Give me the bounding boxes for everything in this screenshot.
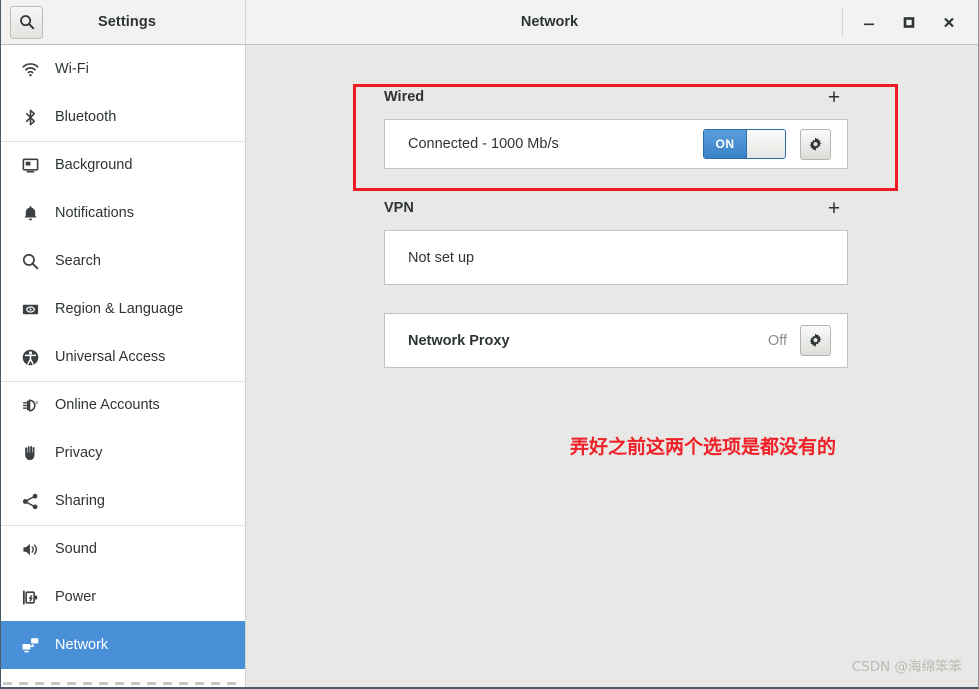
sidebar-item-label: Privacy bbox=[55, 445, 103, 461]
sidebar-item-label: Search bbox=[55, 253, 101, 269]
network-proxy-settings-button[interactable] bbox=[800, 325, 831, 356]
share-icon bbox=[19, 490, 41, 512]
sidebar-item-label: Notifications bbox=[55, 205, 134, 221]
network-proxy-row[interactable]: Network Proxy Off bbox=[384, 313, 848, 368]
sidebar-item-label: Network bbox=[55, 637, 109, 653]
wired-toggle-state: ON bbox=[704, 130, 746, 158]
sidebar-item-label: Background bbox=[55, 157, 133, 173]
vpn-status-label: Not set up bbox=[408, 249, 475, 266]
network-icon bbox=[19, 634, 41, 656]
svg-text:s: s bbox=[35, 399, 38, 405]
wired-connection-row[interactable]: Connected - 1000 Mb/s ON bbox=[384, 119, 848, 169]
sidebar-item-label: Universal Access bbox=[55, 349, 166, 365]
titlebar: Settings Network bbox=[1, 0, 978, 45]
minimize-icon bbox=[862, 15, 876, 29]
search-button[interactable] bbox=[10, 5, 43, 39]
wired-status-label: Connected - 1000 Mb/s bbox=[408, 136, 559, 152]
add-vpn-button[interactable]: + bbox=[822, 196, 846, 220]
bluetooth-icon bbox=[19, 106, 41, 128]
sidebar-item-label: Sharing bbox=[55, 493, 105, 509]
add-wired-button[interactable]: + bbox=[822, 85, 846, 109]
wired-settings-button[interactable] bbox=[800, 128, 831, 160]
settings-title: Settings bbox=[98, 14, 156, 30]
background-icon bbox=[19, 154, 41, 176]
speaker-icon bbox=[19, 538, 41, 560]
sidebar-item-power[interactable]: Power bbox=[1, 573, 245, 621]
sidebar-item-background[interactable]: Background bbox=[1, 141, 245, 189]
titlebar-right-pane: Network bbox=[246, 0, 978, 44]
sidebar-item-label: Region & Language bbox=[55, 301, 184, 317]
sidebar-item-bluetooth[interactable]: Bluetooth bbox=[1, 93, 245, 141]
settings-window: Settings Network Wi-Fi Bluetooth Backgro… bbox=[0, 0, 979, 689]
sidebar-item-label: Power bbox=[55, 589, 97, 605]
search-icon bbox=[19, 14, 35, 30]
sidebar-item-privacy[interactable]: Privacy bbox=[1, 429, 245, 477]
minimize-button[interactable] bbox=[849, 5, 889, 39]
close-icon bbox=[942, 15, 956, 29]
vpn-section-header: VPN + bbox=[384, 195, 848, 221]
sidebar-item-label: Sound bbox=[55, 541, 97, 557]
gear-icon bbox=[807, 136, 824, 153]
maximize-icon bbox=[902, 15, 916, 29]
wired-section-header: Wired + bbox=[384, 84, 848, 110]
window-controls bbox=[842, 8, 978, 36]
vpn-title: VPN bbox=[384, 200, 414, 216]
sidebar: Wi-Fi Bluetooth Background Notifications… bbox=[1, 45, 246, 687]
network-proxy-label: Network Proxy bbox=[408, 332, 510, 349]
sidebar-item-sharing[interactable]: Sharing bbox=[1, 477, 245, 525]
watermark: CSDN @海绵笨笨 bbox=[851, 659, 962, 675]
sidebar-item-search[interactable]: Search bbox=[1, 237, 245, 285]
wifi-icon bbox=[19, 58, 41, 80]
sidebar-item-label: Wi-Fi bbox=[55, 61, 89, 77]
wired-toggle[interactable]: ON bbox=[703, 129, 786, 159]
wired-toggle-knob bbox=[746, 130, 785, 158]
sidebar-item-notifications[interactable]: Notifications bbox=[1, 189, 245, 237]
sidebar-item-label: Online Accounts bbox=[55, 397, 160, 413]
online-accounts-icon: s bbox=[19, 394, 41, 416]
sidebar-item-region-language[interactable]: Region & Language bbox=[1, 285, 245, 333]
sidebar-item-network[interactable]: Network bbox=[1, 621, 245, 669]
titlebar-left-pane: Settings bbox=[1, 0, 246, 44]
sidebar-item-online-accounts[interactable]: s Online Accounts bbox=[1, 381, 245, 429]
sidebar-item-sound[interactable]: Sound bbox=[1, 525, 245, 573]
power-battery-icon bbox=[19, 586, 41, 608]
sidebar-scroll-indicator[interactable] bbox=[3, 682, 243, 685]
wired-title: Wired bbox=[384, 89, 425, 105]
hand-icon bbox=[19, 442, 41, 464]
network-proxy-state: Off bbox=[767, 332, 787, 349]
annotation-text: 弄好之前这两个选项是都没有的 bbox=[569, 436, 836, 458]
main-content: Wired + Connected - 1000 Mb/s ON VPN + N… bbox=[247, 45, 978, 687]
gear-icon bbox=[807, 332, 824, 349]
sidebar-item-wifi[interactable]: Wi-Fi bbox=[1, 45, 245, 93]
accessibility-icon bbox=[19, 346, 41, 368]
vpn-row[interactable]: Not set up bbox=[384, 230, 848, 285]
search-icon bbox=[19, 250, 41, 272]
region-language-icon bbox=[19, 298, 41, 320]
close-button[interactable] bbox=[929, 5, 969, 39]
bell-icon bbox=[19, 202, 41, 224]
sidebar-item-universal-access[interactable]: Universal Access bbox=[1, 333, 245, 381]
sidebar-item-label: Bluetooth bbox=[55, 109, 117, 125]
network-panel: Wired + Connected - 1000 Mb/s ON VPN + N… bbox=[384, 84, 848, 368]
maximize-button[interactable] bbox=[889, 5, 929, 39]
